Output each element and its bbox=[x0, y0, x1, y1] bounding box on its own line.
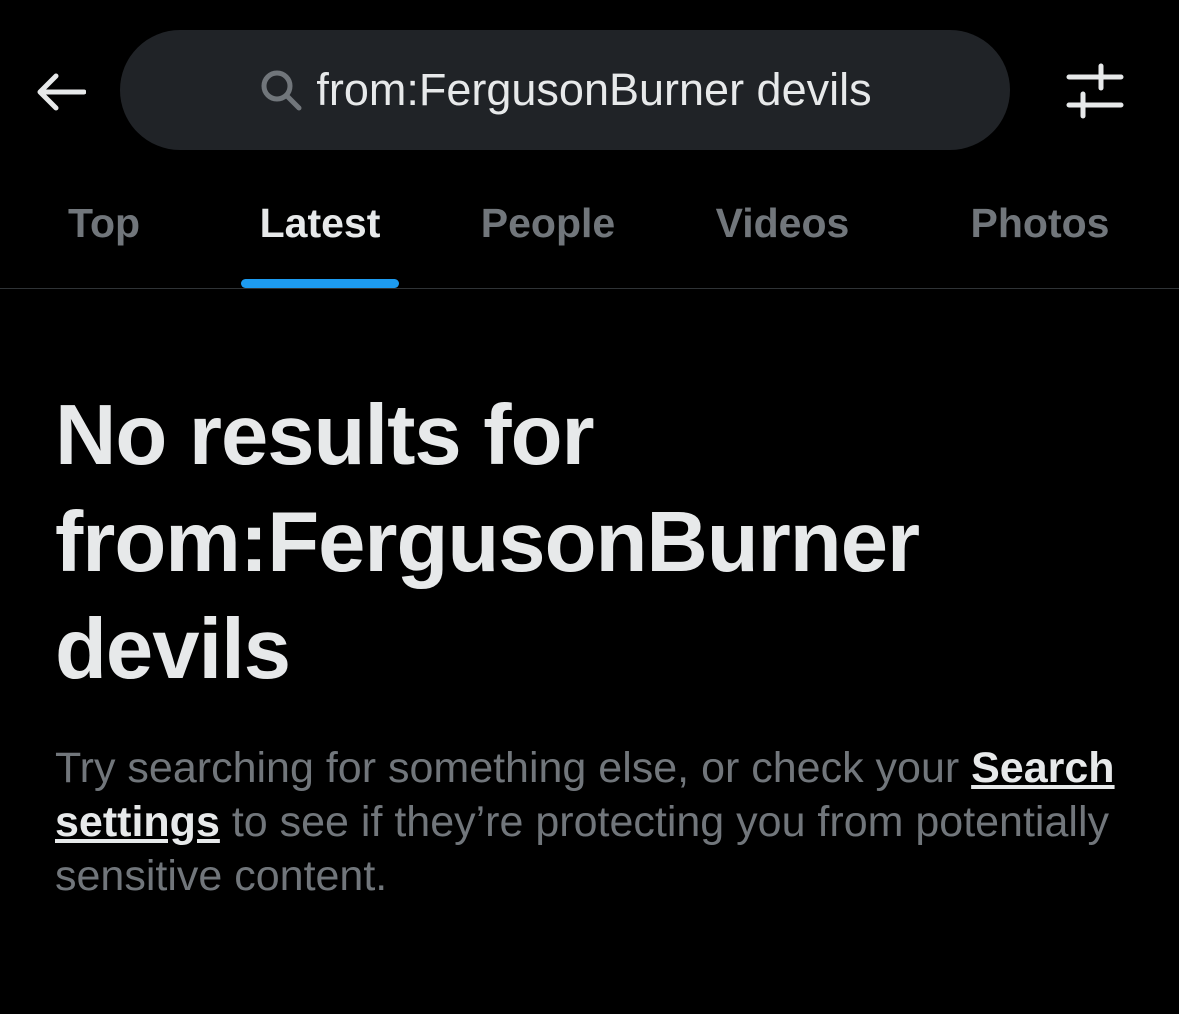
search-filters-button[interactable] bbox=[1062, 58, 1128, 124]
sliders-icon bbox=[1066, 63, 1124, 119]
top-bar: from:FergusonBurner devils bbox=[0, 0, 1179, 180]
search-query-text: from:FergusonBurner devils bbox=[316, 64, 872, 115]
tab-people[interactable]: People bbox=[468, 180, 628, 288]
tab-photos[interactable]: Photos bbox=[960, 180, 1120, 288]
empty-state-message: Try searching for something else, or che… bbox=[55, 741, 1135, 903]
tab-label: Photos bbox=[970, 200, 1110, 246]
heading-line: devils bbox=[55, 602, 291, 697]
tab-videos[interactable]: Videos bbox=[700, 180, 865, 288]
search-tabs: Top Latest People Videos Photos bbox=[0, 180, 1179, 289]
search-input[interactable]: from:FergusonBurner devils bbox=[120, 30, 1010, 150]
empty-state-heading: No results for from:FergusonBurner devil… bbox=[55, 382, 1135, 703]
active-tab-indicator bbox=[241, 279, 399, 288]
tab-label: Latest bbox=[259, 200, 381, 246]
message-text: Try searching for something else, or che… bbox=[55, 744, 972, 792]
empty-state: No results for from:FergusonBurner devil… bbox=[55, 382, 1135, 903]
tab-label: People bbox=[480, 200, 616, 246]
tab-top[interactable]: Top bbox=[44, 180, 164, 288]
heading-line: from:FergusonBurner bbox=[55, 495, 920, 590]
tab-label: Videos bbox=[715, 200, 850, 246]
back-button[interactable] bbox=[30, 62, 90, 122]
arrow-left-icon bbox=[37, 73, 86, 111]
heading-line: No results for bbox=[55, 388, 595, 483]
tab-label: Top bbox=[67, 200, 141, 246]
tab-latest[interactable]: Latest bbox=[240, 180, 400, 288]
search-icon bbox=[258, 67, 304, 113]
